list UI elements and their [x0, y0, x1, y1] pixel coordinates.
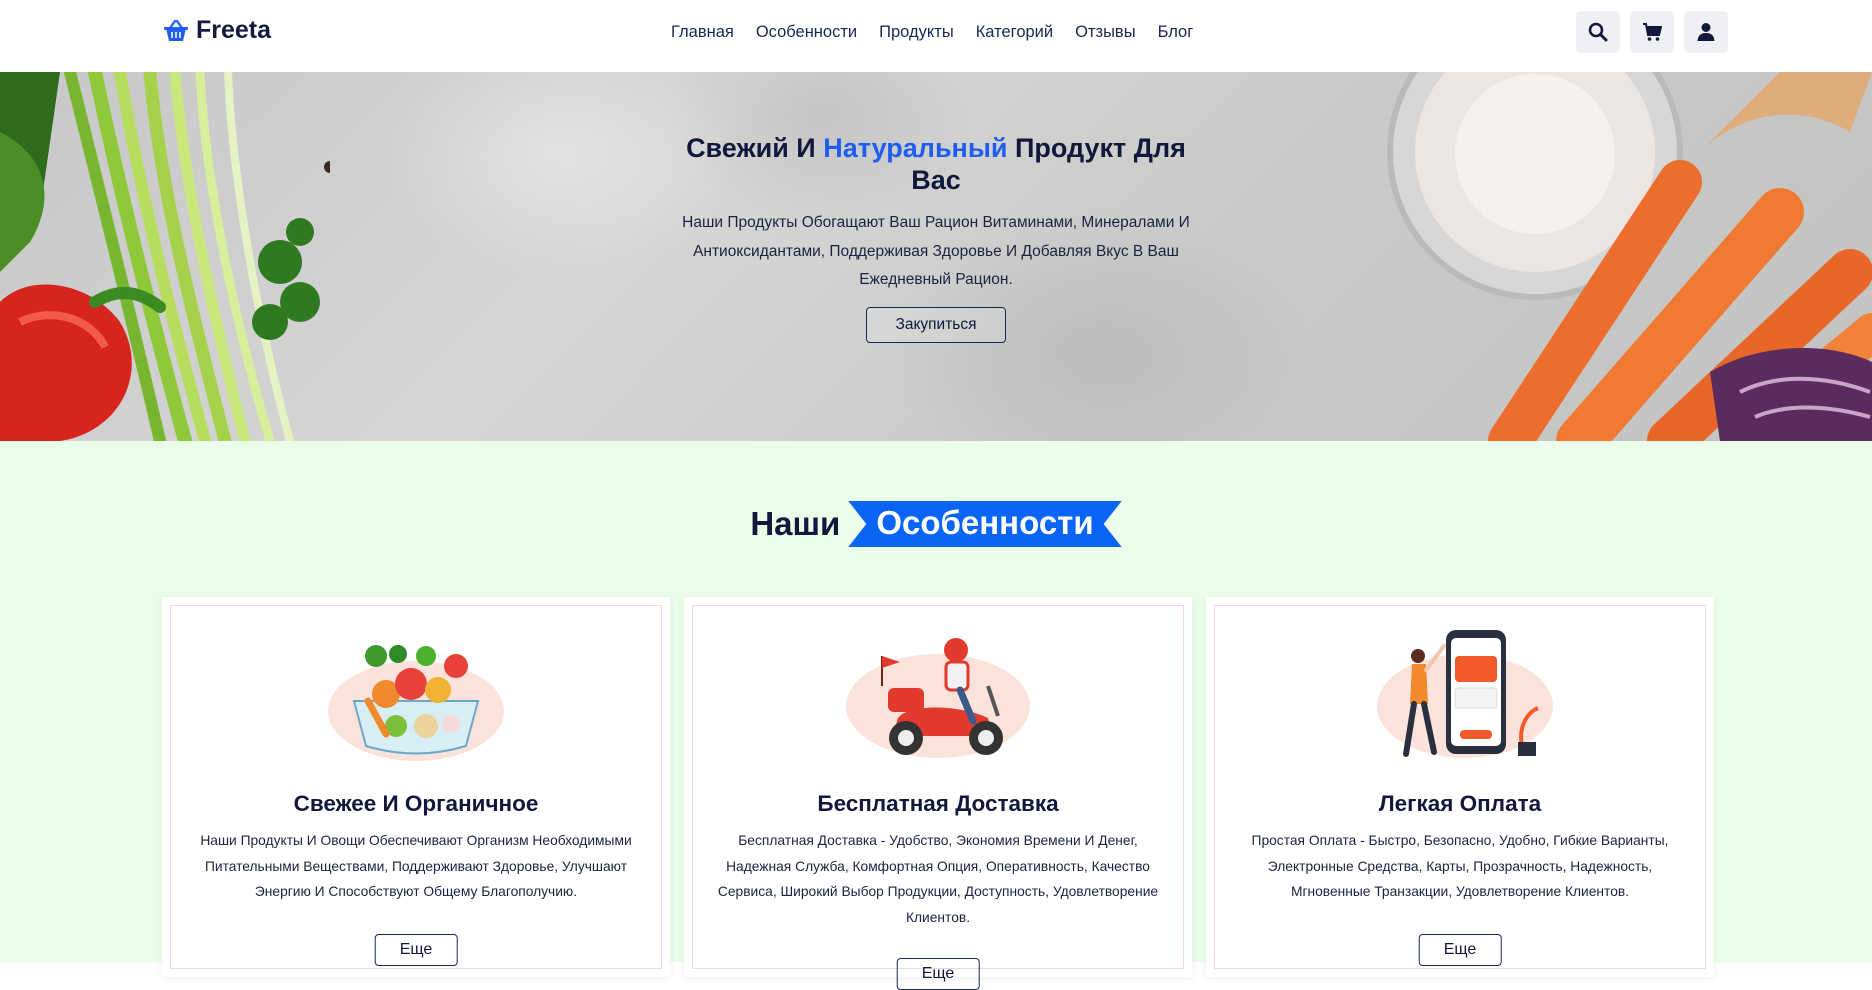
- hero-banner: Свежий И Натуральный Продукт Для Вас Наш…: [0, 72, 1872, 441]
- cart-icon: [1643, 23, 1662, 41]
- feature-description: Бесплатная Доставка - Удобство, Экономия…: [717, 833, 1159, 925]
- hero-title: Свежий И Натуральный Продукт Для Вас: [660, 132, 1212, 196]
- nav-link-features[interactable]: Особенности: [745, 20, 868, 44]
- feature-card-payment: Легкая Оплата Простая Оплата - Быстро, Б…: [1206, 597, 1714, 977]
- feature-card-fresh: Свежее И Органичное Наши Продукты И Овощ…: [162, 597, 670, 977]
- vegetable-bowl-illustration: [328, 645, 504, 761]
- feature-card-delivery: Бесплатная Доставка Бесплатная Доставка …: [684, 597, 1192, 990]
- nav-link-products[interactable]: Продукты: [868, 20, 965, 44]
- search-button[interactable]: [1576, 11, 1620, 53]
- user-icon: [1697, 23, 1715, 41]
- hero-title-accent: Натуральный: [823, 133, 1008, 163]
- nav-link-home[interactable]: Главная: [660, 20, 745, 44]
- nav-link-reviews[interactable]: Отзывы: [1064, 20, 1146, 44]
- section-title-plain: Наши: [750, 505, 841, 542]
- nav-link-blog[interactable]: Блог: [1147, 20, 1205, 44]
- brand-logo[interactable]: Freeta: [162, 16, 271, 45]
- feature-title: Бесплатная Доставка: [817, 791, 1059, 816]
- header-actions: [1576, 11, 1728, 53]
- feature-title: Легкая Оплата: [1378, 791, 1542, 816]
- section-title-banner: Особенности: [848, 501, 1121, 547]
- feature-description: Наши Продукты И Овощи Обеспечивают Орган…: [200, 833, 632, 899]
- search-icon: [1588, 22, 1608, 42]
- shop-now-button[interactable]: Закупиться: [866, 306, 1006, 343]
- mobile-payment-illustration: [1377, 630, 1553, 758]
- delivery-scooter-illustration: [846, 638, 1030, 758]
- section-title: Наши Особенности: [0, 501, 1872, 547]
- main-nav: Главная Особенности Продукты Категорий О…: [660, 20, 1204, 44]
- features-section: Наши Особенности Свежее И Органичное Наш…: [0, 441, 1872, 990]
- carrots-salt-image: [1387, 72, 1872, 441]
- cart-button[interactable]: [1630, 11, 1674, 53]
- hero-content: Свежий И Натуральный Продукт Для Вас Наш…: [660, 132, 1212, 343]
- feature-title: Свежее И Органичное: [293, 791, 539, 816]
- site-header: Freeta Главная Особенности Продукты Кате…: [0, 0, 1872, 72]
- hero-title-part1: Свежий И: [686, 133, 824, 163]
- feature-description: Простая Оплата - Быстро, Безопасно, Удоб…: [1251, 833, 1669, 899]
- hero-description: Наши Продукты Обогащают Ваш Рацион Витам…: [682, 214, 1190, 288]
- feature-cards: Свежее И Органичное Наши Продукты И Овощ…: [162, 597, 1714, 990]
- more-button[interactable]: Еще: [896, 958, 980, 990]
- more-button[interactable]: Еще: [1418, 934, 1502, 966]
- nav-link-categories[interactable]: Категорий: [965, 20, 1064, 44]
- green-onions-pepper-image: [0, 72, 330, 441]
- basket-icon: [164, 19, 188, 41]
- account-button[interactable]: [1684, 11, 1728, 53]
- brand-name: Freeta: [196, 16, 272, 44]
- more-button[interactable]: Еще: [374, 934, 458, 966]
